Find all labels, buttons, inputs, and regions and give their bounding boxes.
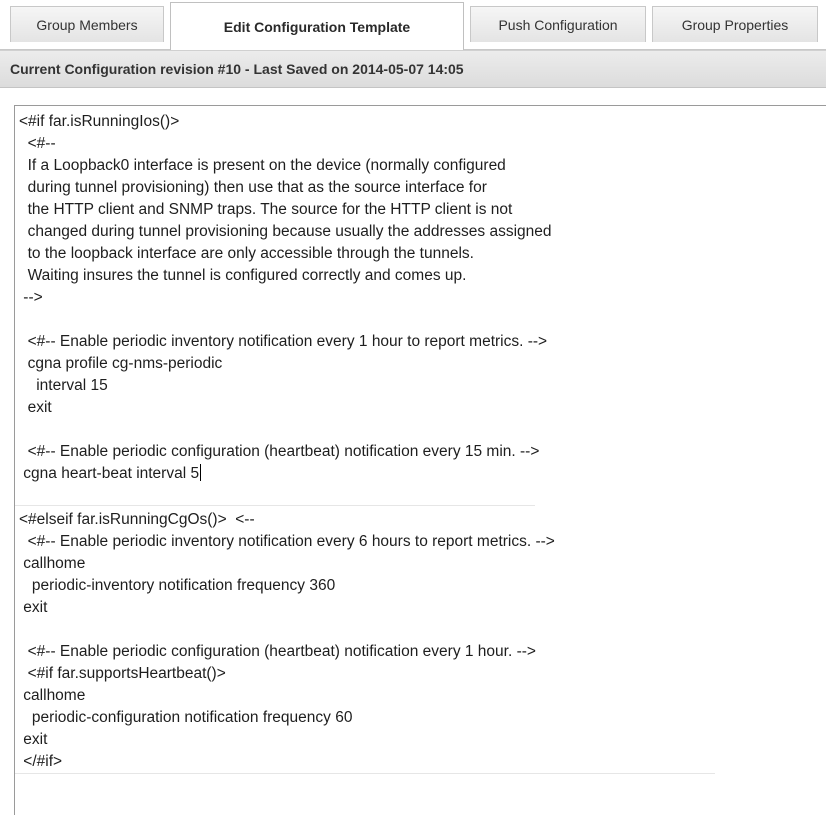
- editor-line[interactable]: exit: [19, 729, 47, 751]
- revision-bar: Current Configuration revision #10 - Las…: [0, 50, 826, 88]
- editor-line[interactable]: during tunnel provisioning) then use tha…: [19, 177, 487, 199]
- editor-line[interactable]: <#elseif far.isRunningCgOs()> <--: [19, 509, 255, 531]
- editor-line[interactable]: exit: [19, 597, 47, 619]
- editor-separator-line: [15, 505, 535, 506]
- tab-push-configuration[interactable]: Push Configuration: [470, 6, 646, 42]
- tab-bar: Group Members Edit Configuration Templat…: [0, 0, 826, 50]
- editor-line[interactable]: </#if>: [19, 751, 62, 773]
- tab-group-properties[interactable]: Group Properties: [652, 6, 818, 42]
- editor-line[interactable]: callhome: [19, 553, 85, 575]
- editor-line[interactable]: exit: [19, 397, 52, 419]
- editor-line[interactable]: <#--: [19, 133, 56, 155]
- editor-line[interactable]: changed during tunnel provisioning becau…: [19, 221, 552, 243]
- editor-line[interactable]: <#if far.isRunningIos()>: [19, 111, 179, 133]
- tab-group-members[interactable]: Group Members: [10, 6, 164, 42]
- editor-line[interactable]: callhome: [19, 685, 85, 707]
- editor-line[interactable]: to the loopback interface are only acces…: [19, 243, 474, 265]
- editor-line[interactable]: the HTTP client and SNMP traps. The sour…: [19, 199, 513, 221]
- editor-line[interactable]: <#-- Enable periodic inventory notificat…: [19, 531, 555, 553]
- editor-line[interactable]: cgna heart-beat interval 5: [19, 463, 202, 485]
- config-template-page: Group Members Edit Configuration Templat…: [0, 0, 826, 815]
- text-caret: [200, 464, 202, 481]
- editor-line[interactable]: cgna profile cg-nms-periodic: [19, 353, 223, 375]
- editor-separator-line: [15, 773, 715, 774]
- editor-line[interactable]: periodic-configuration notification freq…: [19, 707, 353, 729]
- editor-line[interactable]: <#-- Enable periodic configuration (hear…: [19, 441, 540, 463]
- editor-line[interactable]: If a Loopback0 interface is present on t…: [19, 155, 506, 177]
- editor-line[interactable]: periodic-inventory notification frequenc…: [19, 575, 335, 597]
- editor-line[interactable]: <#-- Enable periodic configuration (hear…: [19, 641, 536, 663]
- config-template-editor[interactable]: <#if far.isRunningIos()> <#-- If a Loopb…: [14, 105, 826, 815]
- revision-status-text: Current Configuration revision #10 - Las…: [10, 61, 464, 77]
- editor-line[interactable]: Waiting insures the tunnel is configured…: [19, 265, 467, 287]
- editor-line[interactable]: interval 15: [19, 375, 108, 397]
- editor-line[interactable]: <#if far.supportsHeartbeat()>: [19, 663, 226, 685]
- tab-edit-configuration-template[interactable]: Edit Configuration Template: [170, 2, 464, 50]
- editor-line[interactable]: <#-- Enable periodic inventory notificat…: [19, 331, 548, 353]
- editor-line[interactable]: -->: [19, 287, 42, 309]
